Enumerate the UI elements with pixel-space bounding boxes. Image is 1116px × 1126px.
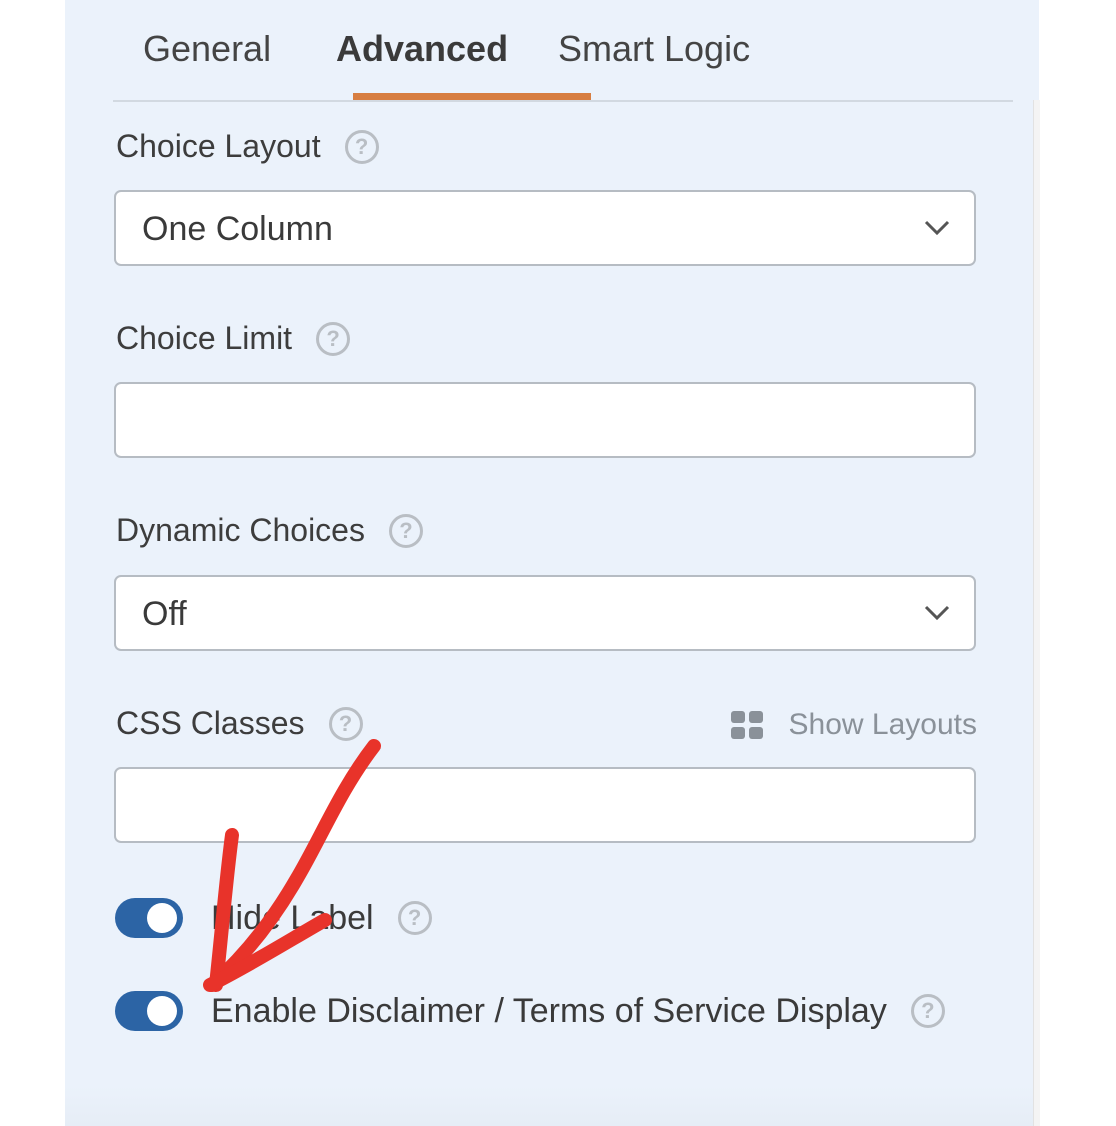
hide-label-row: Hide Label ? [115,898,432,938]
panel-bottom-fade [65,1086,1039,1126]
grid-icon [730,711,763,739]
question-circle-icon[interactable]: ? [344,129,379,164]
dynamic-choices-value: Off [142,595,187,633]
enable-disclaimer-row: Enable Disclaimer / Terms of Service Dis… [115,991,945,1031]
tab-advanced[interactable]: Advanced [336,28,508,70]
tab-smart-logic[interactable]: Smart Logic [558,28,750,70]
question-circle-icon[interactable]: ? [388,513,423,548]
question-circle-icon[interactable]: ? [316,321,351,356]
choice-layout-label: Choice Layout [116,128,321,164]
tab-general[interactable]: General [143,28,271,70]
question-circle-icon[interactable]: ? [328,706,363,741]
chevron-down-icon [924,220,950,236]
active-tab-indicator [353,93,591,100]
choice-limit-input[interactable] [114,382,976,458]
toggle-knob [147,903,177,933]
choice-layout-label-row: Choice Layout ? [116,128,379,165]
dynamic-choices-label-row: Dynamic Choices ? [116,512,423,549]
question-circle-icon[interactable]: ? [397,901,432,935]
choice-limit-label-row: Choice Limit ? [116,320,351,357]
toggle-knob [147,996,177,1026]
css-classes-label: CSS Classes [116,705,305,741]
hide-label-toggle[interactable] [115,898,183,938]
choice-layout-select[interactable]: One Column [114,190,976,266]
tab-bar: General Advanced Smart Logic [113,0,1013,102]
choice-layout-value: One Column [142,210,333,248]
chevron-down-icon [924,605,950,621]
field-options-panel: General Advanced Smart Logic Choice Layo… [65,0,1039,1126]
scrollbar-track[interactable] [1033,100,1040,1126]
hide-label-label: Hide Label [211,898,374,937]
question-circle-icon[interactable]: ? [910,994,945,1028]
show-layouts-label: Show Layouts [788,708,977,741]
css-classes-input[interactable] [114,767,976,843]
dynamic-choices-label: Dynamic Choices [116,512,365,548]
dynamic-choices-select[interactable]: Off [114,575,976,651]
choice-limit-label: Choice Limit [116,320,293,356]
enable-disclaimer-label: Enable Disclaimer / Terms of Service Dis… [211,991,887,1030]
css-classes-label-row: CSS Classes ? [116,705,363,742]
enable-disclaimer-toggle[interactable] [115,991,183,1031]
show-layouts-button[interactable]: Show Layouts [730,708,977,742]
